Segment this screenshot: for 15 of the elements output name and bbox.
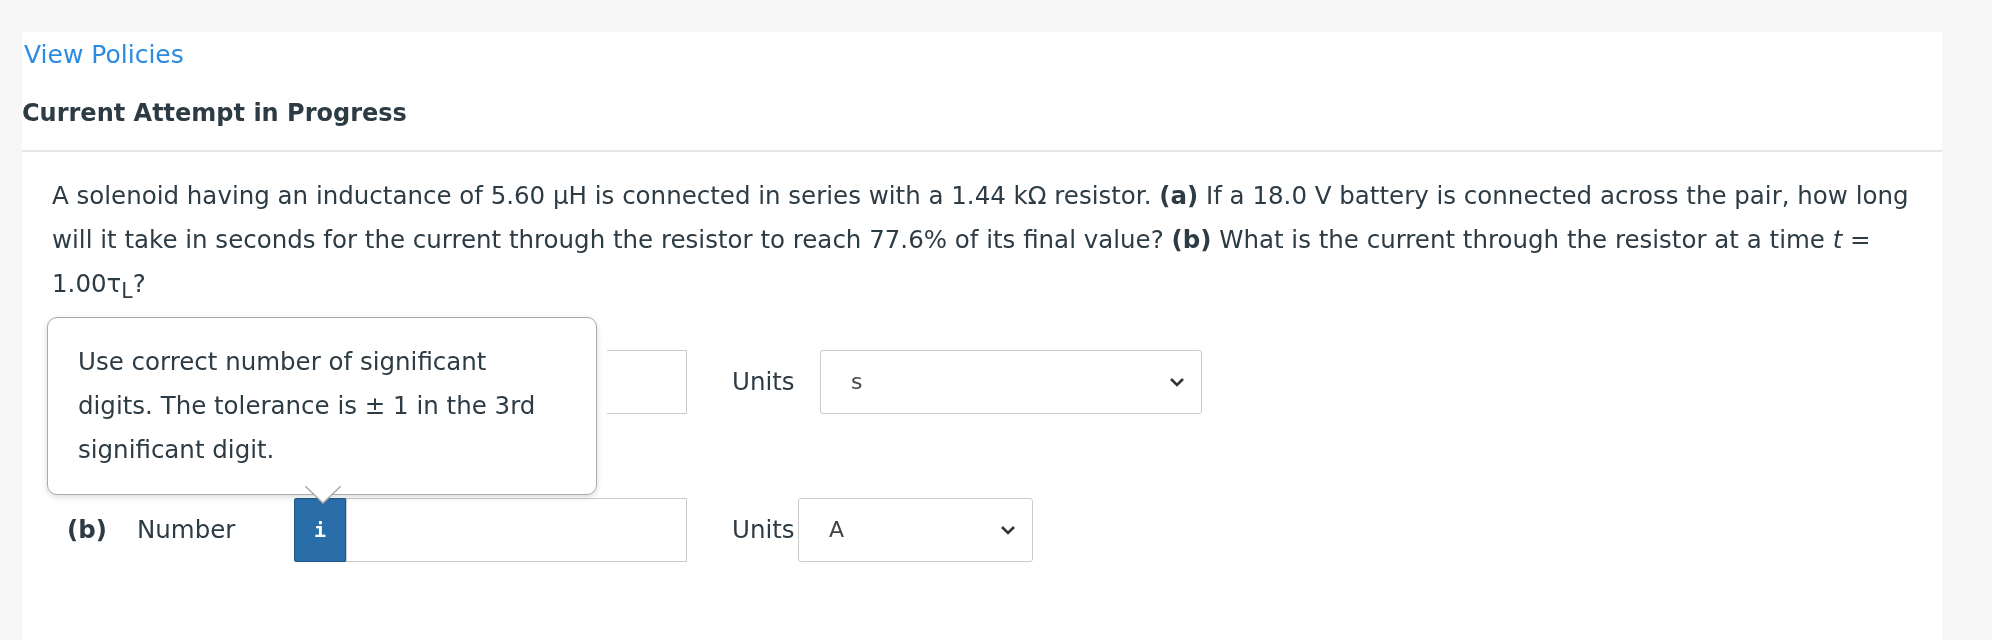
- tooltip-text: Use correct number of significant digits. The tolerance is ± 1 in the 3rd significant digit.: [78, 346, 536, 464]
- number-label: Number: [137, 515, 236, 545]
- section-heading: Current Attempt in Progress: [22, 98, 408, 129]
- question-text: A solenoid having an inductance of 5.60 μH is connected in series with a 1.44 kΩ resistor. (a) If a 18.0 V battery is connected across the pair, how long will it take in seconds for the current through the resistor to reach 77.6% of its final value? (b) What is the current through the resistor at a time t = 1.00τ$_{L}$?: [52, 180, 1910, 305]
- answer-field[interactable]: [346, 497, 687, 562]
- units-label: Units: [732, 515, 796, 545]
- part-label: (b): [66, 515, 108, 545]
- info-button[interactable]: i: [294, 497, 346, 562]
- answer-field[interactable]: [607, 349, 687, 414]
- units-label: Units: [732, 367, 796, 397]
- chevron-down-icon: [1169, 376, 1185, 387]
- view-policies-link[interactable]: View Policies: [24, 38, 184, 72]
- units-select[interactable]: A: [798, 497, 1033, 562]
- units-select[interactable]: s: [820, 349, 1202, 414]
- chevron-down-icon: [1000, 524, 1016, 535]
